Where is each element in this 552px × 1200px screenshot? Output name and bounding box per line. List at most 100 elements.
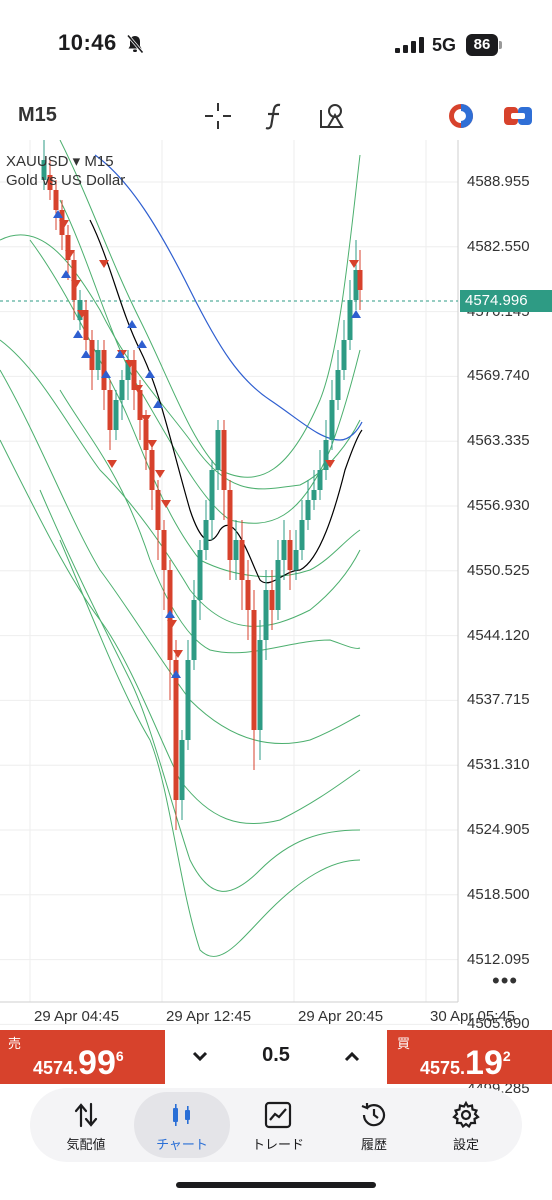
bottom-navigation: 気配値 チャート トレード 履歴 設定 [30, 1088, 522, 1162]
candle-body [161, 530, 167, 570]
symbol-title[interactable]: XAUUSD ▾ M15 [6, 152, 114, 170]
account-icon[interactable] [445, 100, 477, 132]
time-tick: 30 Apr 05:45 [430, 1008, 516, 1025]
chart-toolbar: M15 [0, 94, 552, 138]
candle-body [329, 400, 335, 440]
price-tick: 4582.550 [467, 237, 530, 255]
candle-body [275, 560, 281, 610]
indicator-icon[interactable] [259, 100, 291, 132]
candle-body [221, 430, 227, 490]
candle-body [53, 190, 59, 210]
price-tick: 4569.740 [467, 367, 530, 385]
candle-body [293, 550, 299, 570]
quotes-icon [74, 1102, 98, 1128]
bell-slash-icon [126, 34, 144, 54]
tab-quotes[interactable]: 気配値 [38, 1092, 134, 1158]
tab-history[interactable]: 履歴 [326, 1092, 422, 1158]
network-type: 5G [432, 35, 457, 55]
candle-body [323, 440, 329, 470]
candle-body [257, 640, 263, 730]
candle-body [155, 490, 161, 530]
candle-body [317, 470, 323, 490]
more-options-icon[interactable]: ••• [492, 968, 518, 994]
battery-level: 86 [473, 36, 491, 53]
sell-price-prefix: 4574. [33, 1058, 79, 1078]
price-tick: 4544.120 [467, 626, 530, 644]
candle-body [287, 540, 293, 570]
home-indicator [176, 1182, 376, 1188]
buy-price-prefix: 4575. [420, 1058, 466, 1078]
lot-increase-button[interactable] [337, 1042, 367, 1072]
candle-body [305, 500, 311, 520]
price-tick: 4556.930 [467, 497, 530, 514]
price-chart[interactable]: XAUUSD ▾ M15 Gold vs US Dollar 4588.955 4… [0, 140, 552, 1097]
candle-body [143, 420, 149, 450]
sell-signal-arrow [173, 650, 183, 658]
buy-signal-arrow [165, 610, 175, 618]
candle-body [281, 540, 287, 560]
candle-body [341, 340, 347, 370]
tab-quotes-label: 気配値 [66, 1137, 106, 1152]
buy-label: 買 [397, 1036, 411, 1051]
candle-body [101, 350, 107, 390]
envelope-band [59, 140, 361, 478]
tab-chart[interactable]: チャート [134, 1092, 230, 1158]
history-icon [361, 1103, 386, 1127]
envelope-band [59, 389, 361, 654]
sell-signal-arrow [155, 470, 165, 478]
candle-body [245, 580, 251, 610]
trade-mode-icon[interactable] [502, 100, 534, 132]
lot-value[interactable]: 0.5 [240, 1044, 312, 1067]
candle-body [251, 610, 257, 730]
buy-signal-arrow [137, 340, 147, 348]
crosshair-icon[interactable] [202, 100, 234, 132]
candle-body [107, 390, 113, 430]
lot-control: 0.5 [165, 1030, 387, 1084]
candle-body [209, 470, 215, 520]
candle-body [239, 540, 245, 580]
lot-decrease-button[interactable] [185, 1042, 215, 1072]
buy-price-sup: 2 [502, 1048, 511, 1064]
candle-body [347, 300, 353, 340]
tab-trade[interactable]: トレード [230, 1092, 326, 1158]
objects-icon[interactable] [317, 100, 349, 132]
buy-signal-arrow [61, 270, 71, 278]
chevron-down-icon [192, 1051, 208, 1062]
tab-trade-label: トレード [251, 1137, 304, 1152]
price-tick: 4524.905 [467, 821, 530, 838]
candle-body [119, 380, 125, 400]
candle-body [179, 740, 185, 800]
price-tick: 4563.335 [467, 432, 530, 450]
tab-settings-label: 設定 [452, 1137, 479, 1152]
buy-signal-arrow [73, 330, 83, 338]
candle-body [95, 350, 101, 370]
tab-settings[interactable]: 設定 [418, 1092, 514, 1158]
candle-body [299, 520, 305, 550]
chart-icon [173, 1104, 190, 1126]
buy-button[interactable]: 買 4575.192 [387, 1030, 552, 1084]
buy-signal-arrow [171, 670, 181, 678]
buy-signal-arrow [145, 370, 155, 378]
candle-body [357, 270, 363, 290]
candle-body [191, 600, 197, 660]
signal-icon [395, 37, 424, 53]
candle-body [335, 370, 341, 400]
symbol-description: Gold vs US Dollar [6, 172, 126, 189]
time-tick: 29 Apr 04:45 [34, 1008, 120, 1025]
settings-icon [452, 1100, 480, 1129]
price-tick: 4537.715 [467, 691, 530, 709]
sell-price-big: 99 [78, 1044, 116, 1082]
price-tick: 4531.310 [467, 756, 530, 774]
envelope-band [0, 339, 361, 627]
candle-body [311, 490, 317, 500]
candle-body [269, 590, 275, 610]
tab-history-label: 履歴 [360, 1137, 387, 1152]
price-tick: 4512.095 [467, 950, 530, 968]
time-tick: 29 Apr 20:45 [298, 1008, 384, 1025]
trade-icon [264, 1101, 292, 1129]
timeframe-selector[interactable]: M15 [18, 104, 57, 127]
candle-body [83, 310, 89, 340]
envelope-band [0, 234, 361, 490]
sell-button[interactable]: 売 4574.996 [0, 1030, 165, 1084]
time-tick: 29 Apr 12:45 [166, 1008, 252, 1025]
